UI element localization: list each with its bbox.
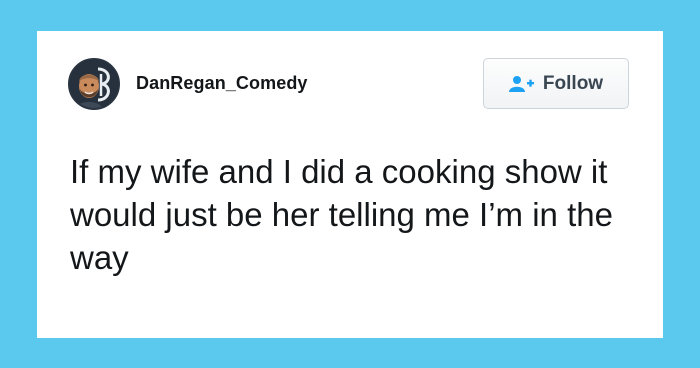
follow-button[interactable]: Follow	[483, 58, 629, 109]
add-user-icon	[508, 75, 535, 93]
follow-label: Follow	[542, 72, 604, 94]
tweet-card: DanRegan_Comedy Follow If my wife and I …	[37, 31, 663, 338]
username[interactable]: DanRegan_Comedy	[136, 73, 308, 94]
avatar[interactable]	[68, 58, 120, 110]
tweet-text: If my wife and I did a cooking show it w…	[70, 153, 613, 276]
avatar-portrait-icon	[70, 60, 118, 108]
